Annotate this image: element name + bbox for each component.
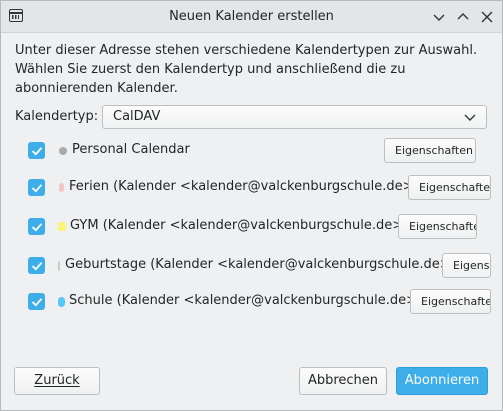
chevron-up-icon (457, 13, 469, 20)
chevron-down-icon (464, 114, 476, 121)
checkmark-icon (31, 297, 42, 306)
calendar-type-label: Kalendertyp: (15, 109, 99, 124)
dialog-window: Neuen Kalender erstellen Unter dieser Ad… (0, 0, 503, 411)
calendar-label: Ferien (Kalender <kalender@valckenburgsc… (69, 179, 419, 194)
description-text: Unter dieser Adresse stehen verschiedene… (15, 43, 478, 96)
checkmark-icon (31, 146, 42, 155)
calendar-checkbox[interactable] (28, 293, 45, 310)
calendar-label: Personal Calendar (72, 142, 190, 157)
chevron-down-icon (433, 14, 445, 21)
properties-button[interactable]: Eigenschaften (410, 289, 491, 314)
minimize-button[interactable] (429, 7, 449, 27)
back-button-label: Zurück (34, 373, 80, 388)
calendar-row: Personal Calendar Eigenschaften (1, 136, 502, 166)
calendar-row: GYM (Kalender <kalender@valckenburgschul… (1, 212, 502, 242)
calendar-color-dot (59, 183, 64, 192)
properties-button[interactable]: Eigenschaften (398, 214, 477, 239)
close-icon (481, 11, 493, 23)
calendar-row: Geburtstage (Kalender <kalender@valckenb… (1, 251, 502, 281)
calendar-color-dot (58, 297, 65, 307)
calendar-label: Geburtstage (Kalender <kalender@valckenb… (65, 257, 456, 272)
properties-button[interactable]: Eigenschaften (442, 253, 491, 278)
calendar-checkbox[interactable] (28, 218, 45, 235)
calendar-row: Ferien (Kalender <kalender@valckenburgsc… (1, 173, 502, 203)
calendar-color-dot (59, 147, 67, 155)
checkmark-icon (31, 261, 42, 270)
calendar-checkbox[interactable] (28, 179, 45, 196)
calendar-type-select[interactable]: CalDAV (102, 105, 487, 129)
close-button[interactable] (477, 7, 497, 27)
calendar-checkbox[interactable] (28, 142, 45, 159)
checkmark-icon (31, 222, 42, 231)
properties-button[interactable]: Eigenschaften (408, 175, 491, 200)
back-button[interactable]: Zurück (14, 367, 100, 395)
maximize-button[interactable] (453, 7, 473, 27)
subscribe-button-label: Abonnieren (404, 373, 480, 388)
calendar-label: GYM (Kalender <kalender@valckenburgschul… (70, 218, 409, 233)
checkmark-icon (31, 183, 42, 192)
calendar-color-dot (58, 222, 66, 231)
subscribe-button[interactable]: Abonnieren (396, 367, 488, 395)
calendar-row: Schule (Kalender <kalender@valckenburgsc… (1, 287, 502, 317)
calendar-checkbox[interactable] (28, 257, 45, 274)
calendar-label: Schule (Kalender <kalender@valckenburgsc… (69, 293, 423, 308)
cancel-button[interactable]: Abbrechen (299, 367, 387, 395)
properties-button[interactable]: Eigenschaften (384, 138, 476, 163)
window-title: Neuen Kalender erstellen (169, 9, 334, 24)
calendar-color-dot (58, 261, 60, 271)
calendar-type-value: CalDAV (113, 109, 161, 124)
title-bar: Neuen Kalender erstellen (1, 1, 502, 33)
